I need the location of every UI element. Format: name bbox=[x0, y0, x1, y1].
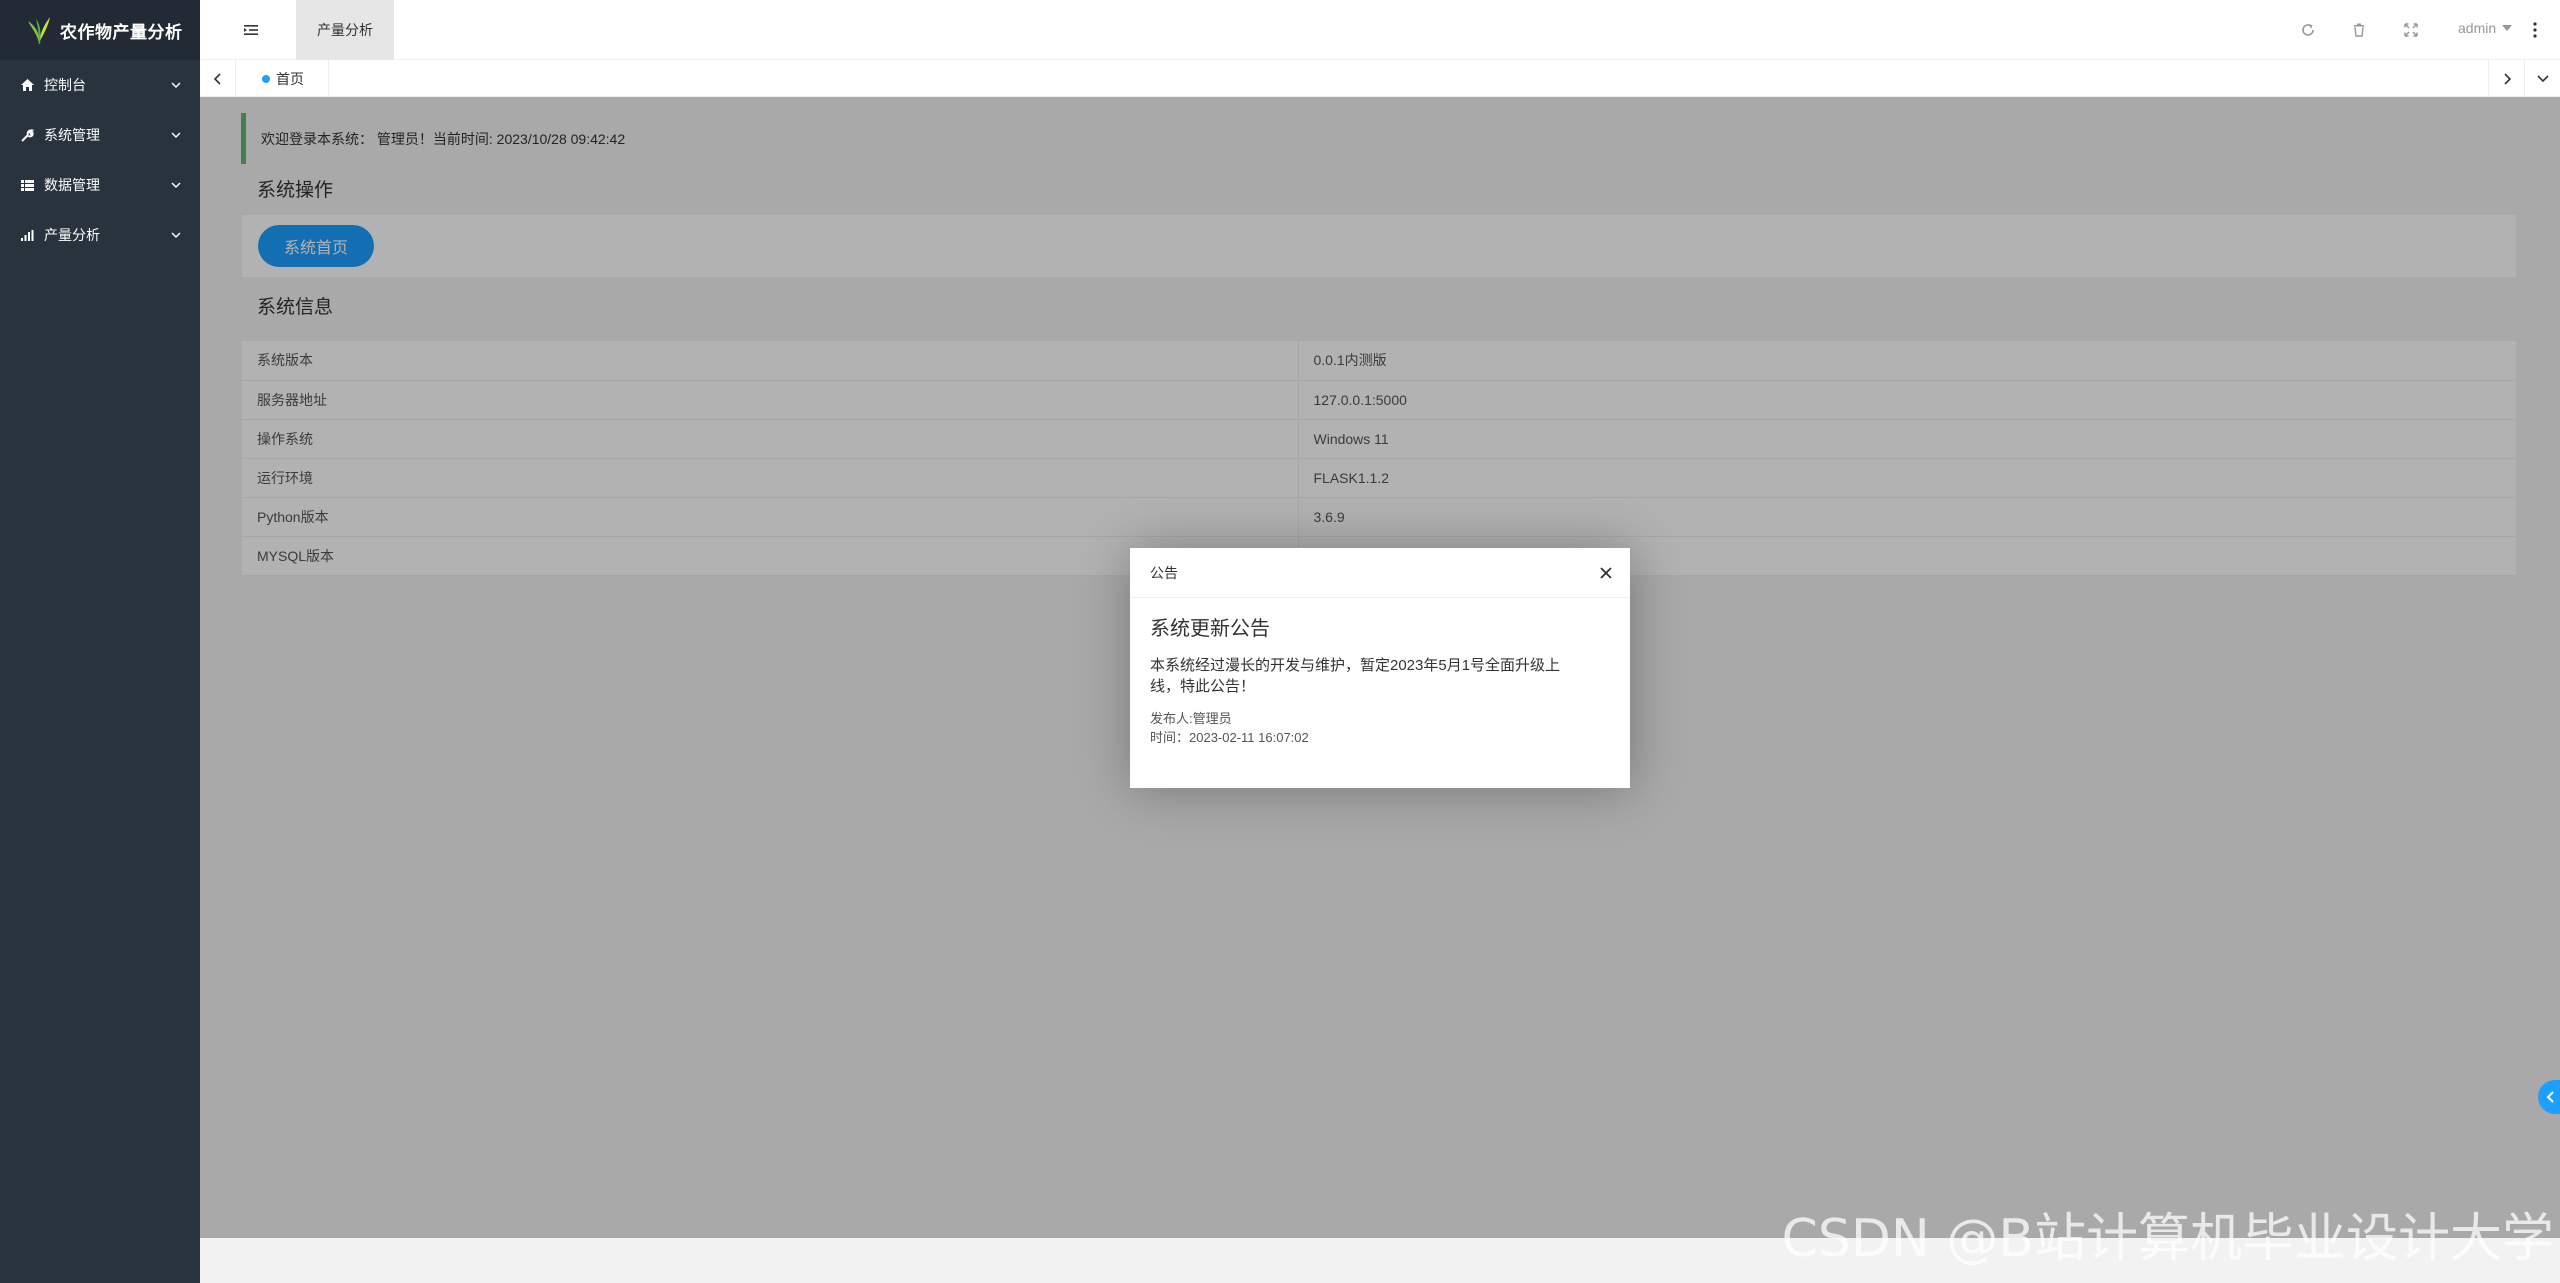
chevron-down-icon bbox=[171, 232, 181, 238]
app-title: 农作物产量分析 bbox=[60, 22, 183, 42]
sidebar-item-label: 产量分析 bbox=[44, 227, 100, 243]
chevron-down-icon bbox=[171, 82, 181, 88]
bar-chart-icon bbox=[20, 228, 34, 242]
chevron-right-icon bbox=[2503, 72, 2511, 85]
chevron-left-icon bbox=[213, 72, 221, 85]
leaf-logo-icon bbox=[28, 17, 50, 44]
top-header: 产量分析 admin bbox=[200, 0, 2560, 60]
tabs-menu-button[interactable] bbox=[2524, 60, 2560, 97]
watermark: CSDN @B站计算机毕业设计大学 bbox=[1781, 1209, 2554, 1269]
home-icon bbox=[20, 78, 34, 92]
caret-down-icon bbox=[2502, 25, 2513, 31]
notice-time: 时间：2023-02-11 16:07:02 bbox=[1150, 730, 1309, 745]
sidebar-item-console[interactable]: 控制台 bbox=[0, 60, 200, 110]
tab-home[interactable]: 首页 bbox=[236, 60, 329, 97]
dialog-body: 系统更新公告 本系统经过漫长的开发与维护，暂定2023年5月1号全面升级上线，特… bbox=[1130, 598, 1630, 747]
chevron-down-icon bbox=[171, 182, 181, 188]
chevron-down-icon bbox=[2536, 74, 2549, 82]
notice-publisher: 发布人:管理员 bbox=[1150, 711, 1232, 726]
more-vertical-icon[interactable] bbox=[2532, 21, 2538, 39]
notice-meta: 发布人:管理员 时间：2023-02-11 16:07:02 bbox=[1150, 709, 1610, 747]
sidebar: 农作物产量分析 控制台 系统管理 数据管理 产量分析 bbox=[0, 0, 200, 1283]
tabs-scroll-right-button[interactable] bbox=[2488, 60, 2524, 97]
sidebar-item-label: 数据管理 bbox=[44, 177, 100, 193]
refresh-icon[interactable] bbox=[2300, 22, 2316, 38]
sidebar-item-label: 控制台 bbox=[44, 77, 86, 93]
logo[interactable]: 农作物产量分析 bbox=[0, 0, 200, 60]
tab-yield-analysis[interactable]: 产量分析 bbox=[296, 0, 394, 60]
user-menu[interactable]: admin bbox=[2458, 20, 2513, 36]
active-dot bbox=[262, 74, 270, 83]
list-icon bbox=[20, 178, 34, 192]
notice-text: 本系统经过漫长的开发与维护，暂定2023年5月1号全面升级上线，特此公告！ bbox=[1150, 657, 1561, 695]
sidebar-item-data[interactable]: 数据管理 bbox=[0, 160, 200, 210]
notice-dialog: 公告 系统更新公告 本系统经过漫长的开发与维护，暂定2023年5月1号全面升级上… bbox=[1130, 548, 1630, 788]
sidebar-item-analysis[interactable]: 产量分析 bbox=[0, 210, 200, 260]
notice-title: 系统更新公告 bbox=[1150, 618, 1270, 640]
username: admin bbox=[2458, 20, 2497, 36]
chevron-left-icon bbox=[2546, 1091, 2554, 1103]
trash-icon[interactable] bbox=[2351, 22, 2367, 38]
wrench-icon bbox=[20, 128, 34, 142]
close-icon[interactable] bbox=[1598, 565, 1614, 581]
fullscreen-icon[interactable] bbox=[2403, 22, 2419, 38]
menu-fold-icon[interactable] bbox=[243, 22, 259, 38]
tabs-scroll-left-button[interactable] bbox=[200, 60, 236, 97]
tab-home-label: 首页 bbox=[276, 70, 304, 87]
chevron-down-icon bbox=[171, 132, 181, 138]
sidebar-item-label: 系统管理 bbox=[44, 127, 100, 143]
dialog-header: 公告 bbox=[1130, 548, 1630, 598]
page-tabs-bar: 首页 bbox=[200, 60, 2560, 97]
sidebar-item-system[interactable]: 系统管理 bbox=[0, 110, 200, 160]
